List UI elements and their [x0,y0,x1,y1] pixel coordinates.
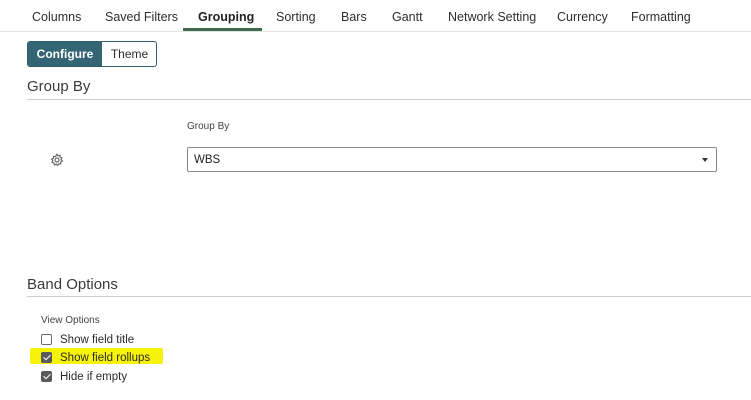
show-field-rollups-checkbox[interactable] [41,352,52,363]
tab-sorting[interactable]: Sorting [276,0,316,32]
hide-if-empty-label: Hide if empty [60,371,128,383]
chevron-down-icon [702,158,708,162]
group-by-select[interactable]: WBS [187,147,717,172]
active-tab-indicator [183,28,262,31]
show-field-title-checkbox[interactable] [41,334,52,345]
group-by-section-title: Group By [27,78,91,95]
tab-network-setting[interactable]: Network Setting [448,0,536,32]
hide-if-empty-option[interactable]: Hide if empty [36,368,236,386]
tab-saved-filters[interactable]: Saved Filters [105,0,178,32]
group-by-field-label: Group By [187,121,230,132]
group-by-select-value: WBS [194,154,221,166]
tab-formatting[interactable]: Formatting [631,0,691,32]
tab-columns[interactable]: Columns [32,0,81,32]
tab-gantt[interactable]: Gantt [392,0,423,32]
tab-bar: Columns Saved Filters Grouping Sorting B… [0,0,751,32]
band-options-divider [27,296,751,297]
show-field-rollups-label: Show field rollups [60,352,151,364]
show-field-title-option[interactable]: Show field title [36,331,236,349]
tab-currency[interactable]: Currency [557,0,608,32]
view-options-label: View Options [41,315,100,326]
configure-button[interactable]: Configure [28,42,102,66]
tab-bars[interactable]: Bars [341,0,367,32]
band-options-section-title: Band Options [27,276,118,293]
theme-button[interactable]: Theme [102,42,156,66]
gear-icon[interactable] [50,153,64,167]
group-by-divider [27,99,751,100]
configure-theme-toggle: Configure Theme [27,41,157,67]
show-field-title-label: Show field title [60,334,135,346]
hide-if-empty-checkbox[interactable] [41,371,52,382]
show-field-rollups-option[interactable]: Show field rollups [36,349,236,367]
